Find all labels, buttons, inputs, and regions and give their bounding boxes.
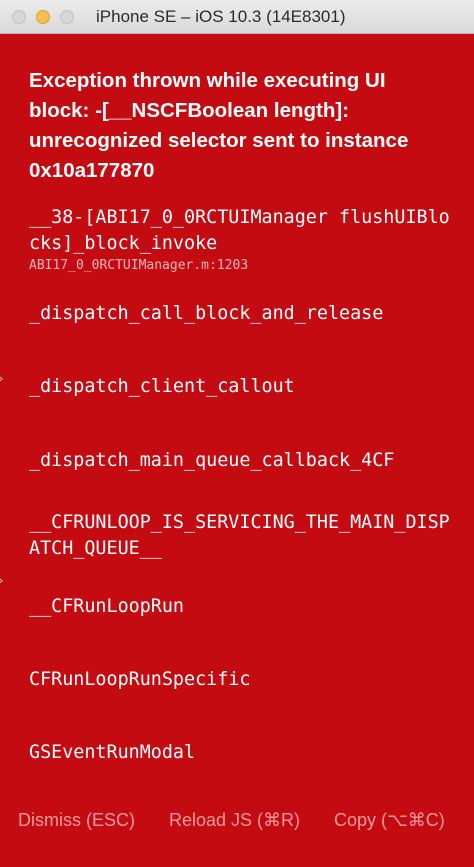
stack-frame[interactable]: _dispatch_client_callout xyxy=(29,374,459,400)
stack-frame-file: ABI17_0_0RCTUIManager.m:1203 xyxy=(29,258,249,273)
dismiss-button[interactable]: Dismiss (ESC) xyxy=(18,810,135,831)
title-bar[interactable]: iPhone SE – iOS 10.3 (14E8301) xyxy=(0,0,474,34)
error-message: Exception thrown while executing UI bloc… xyxy=(29,69,409,182)
stack-frame[interactable]: _dispatch_call_block_and_release xyxy=(29,301,459,327)
zoom-window-button[interactable] xyxy=(60,10,74,24)
window-title: iPhone SE – iOS 10.3 (14E8301) xyxy=(96,7,346,26)
chevron-right-icon: › xyxy=(0,574,3,587)
stack-frame[interactable]: CFRunLoopRunSpecific xyxy=(29,667,459,693)
close-window-button[interactable] xyxy=(12,10,26,24)
stack-frame[interactable]: __CFRunLoopRun xyxy=(29,594,459,620)
stack-frame-method: CFRunLoopRunSpecific xyxy=(29,669,251,690)
stack-frame-method: GSEventRunModal xyxy=(29,742,196,763)
stack-frame-method: _dispatch_call_block_and_release xyxy=(29,303,384,324)
redbox-button-bar: Dismiss (ESC) Reload JS (⌘R) Copy (⌥⌘C) xyxy=(0,800,474,844)
stack-frame[interactable]: __CFRUNLOOP_IS_SERVICING_THE_MAIN_DISPAT… xyxy=(29,510,459,562)
stack-frame[interactable]: _dispatch_main_queue_callback_4CF xyxy=(29,448,459,474)
minimize-window-button[interactable] xyxy=(36,10,50,24)
chevron-right-icon: › xyxy=(0,372,3,385)
stack-frame[interactable]: GSEventRunModal xyxy=(29,740,459,766)
stack-frame[interactable]: __38-[ABI17_0_0RCTUIManager flushUIBlock… xyxy=(29,205,459,275)
reload-js-button[interactable]: Reload JS (⌘R) xyxy=(169,810,300,831)
stack-frame-method: __CFRunLoopRun xyxy=(29,596,185,617)
stack-frame-method: __38-[ABI17_0_0RCTUIManager flushUIBlock… xyxy=(29,207,450,254)
stack-frame-method: __CFRUNLOOP_IS_SERVICING_THE_MAIN_DISPAT… xyxy=(29,512,450,559)
copy-button[interactable]: Copy (⌥⌘C) xyxy=(334,810,445,831)
stack-frame-method: _dispatch_client_callout xyxy=(29,376,295,397)
stack-frame-method: _dispatch_main_queue_callback_4CF xyxy=(29,450,395,471)
simulator-window: iPhone SE – iOS 10.3 (14E8301) › › Excep… xyxy=(0,0,474,867)
